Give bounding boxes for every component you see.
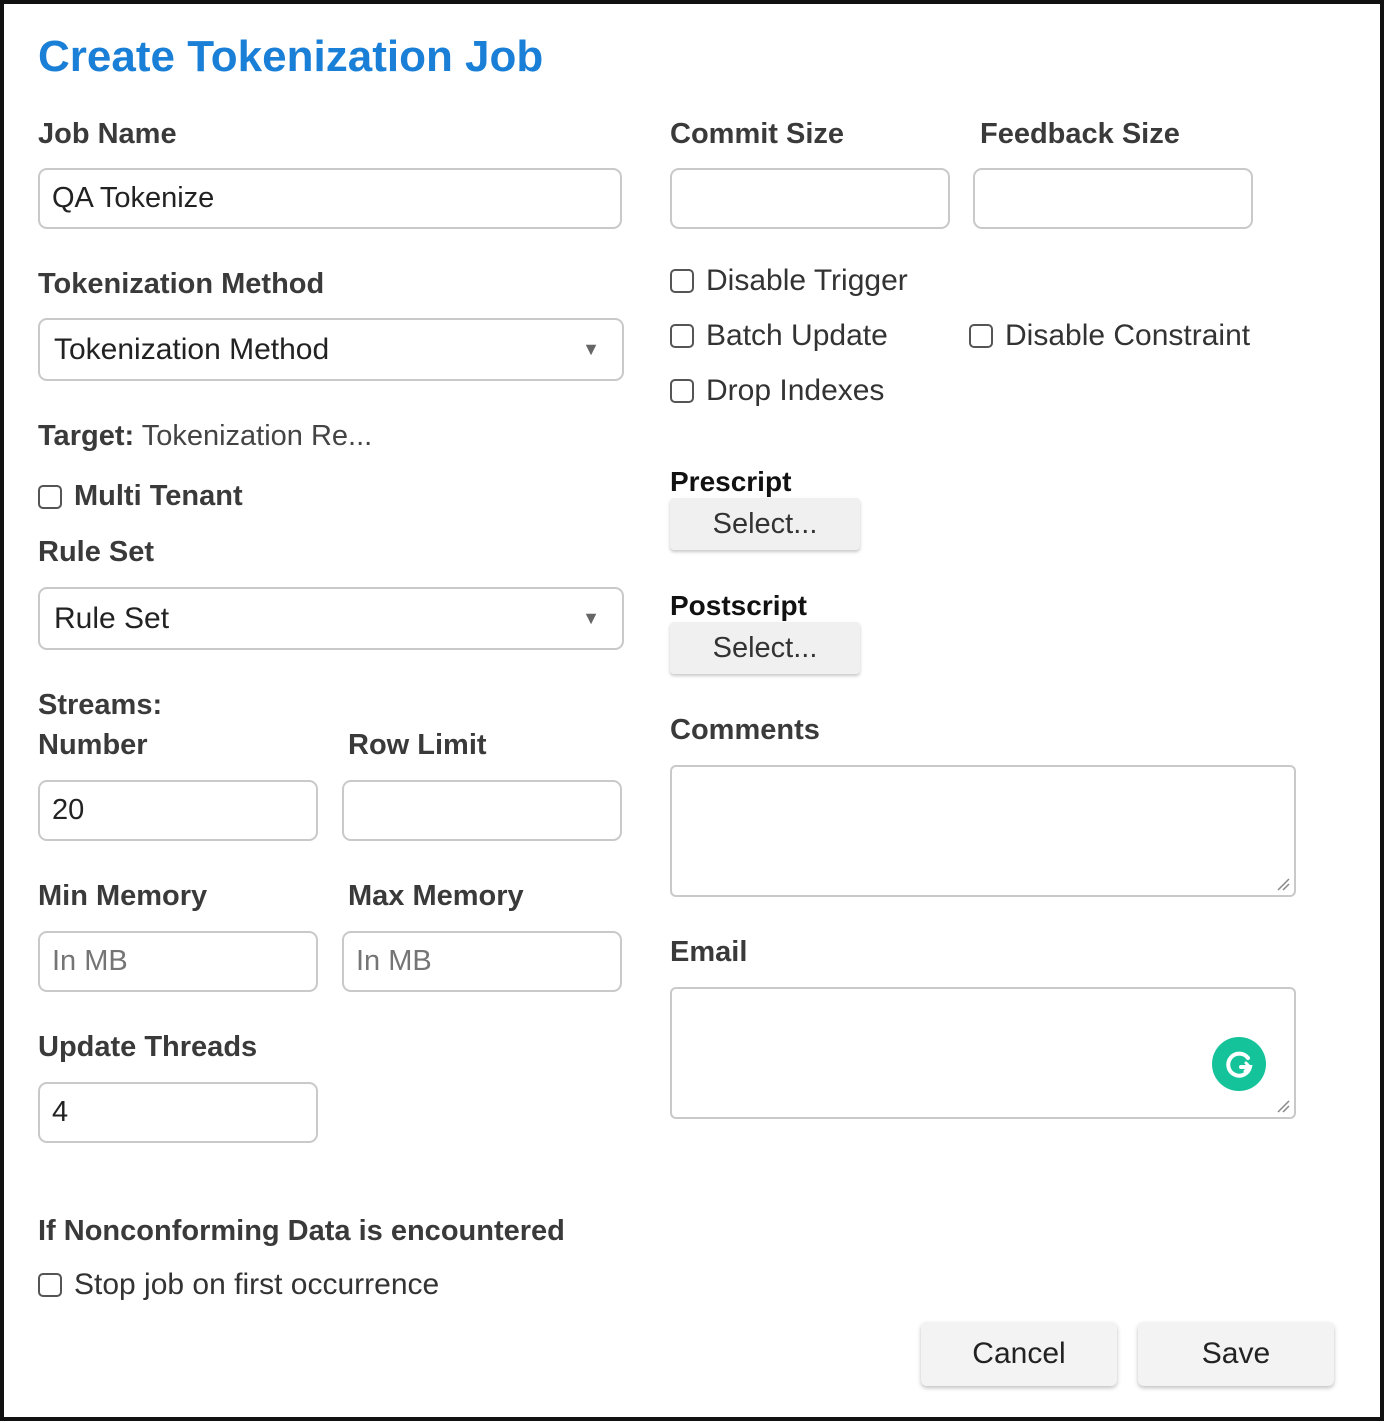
prescript-label: Prescript <box>670 466 792 497</box>
batch-update-row: Batch Update <box>670 319 888 353</box>
grammarly-icon[interactable] <box>1212 1037 1266 1091</box>
create-tokenization-job-dialog: Create Tokenization Job Job Name Tokeniz… <box>0 0 1384 1421</box>
postscript-select-button[interactable]: Select... <box>670 622 860 674</box>
rule-set-label: Rule Set <box>38 536 155 568</box>
comments-textarea[interactable] <box>670 765 1296 897</box>
number-label: Number <box>38 729 148 761</box>
commit-size-label: Commit Size <box>670 118 845 150</box>
feedback-size-label: Feedback Size <box>980 118 1180 150</box>
save-button[interactable]: Save <box>1138 1322 1334 1386</box>
disable-trigger-checkbox[interactable] <box>670 269 694 293</box>
rule-set-selected: Rule Set <box>54 601 170 635</box>
drop-indexes-checkbox[interactable] <box>670 379 694 403</box>
postscript-label: Postscript <box>670 590 807 621</box>
stop-job-row: Stop job on first occurrence <box>38 1268 439 1302</box>
target-row: Target: Tokenization Re... <box>38 420 372 453</box>
disable-constraint-checkbox[interactable] <box>969 324 993 348</box>
multi-tenant-row: Multi Tenant <box>38 480 243 513</box>
row-limit-label: Row Limit <box>348 729 487 761</box>
disable-trigger-row: Disable Trigger <box>670 264 908 298</box>
target-label: Target: <box>38 420 135 452</box>
resize-grip-icon[interactable] <box>1276 1099 1290 1113</box>
job-name-input[interactable] <box>38 168 622 229</box>
disable-constraint-row: Disable Constraint <box>969 319 1250 353</box>
tokenization-method-select[interactable]: Tokenization Method ▼ <box>38 318 624 381</box>
rule-set-select[interactable]: Rule Set ▼ <box>38 587 624 650</box>
commit-size-input[interactable] <box>670 168 950 229</box>
number-input[interactable] <box>38 780 318 841</box>
batch-update-checkbox[interactable] <box>670 324 694 348</box>
email-textarea[interactable] <box>670 987 1296 1119</box>
update-threads-label: Update Threads <box>38 1031 258 1063</box>
feedback-size-input[interactable] <box>973 168 1253 229</box>
nonconforming-heading: If Nonconforming Data is encountered <box>38 1215 565 1247</box>
drop-indexes-row: Drop Indexes <box>670 374 884 408</box>
max-memory-label: Max Memory <box>348 880 524 912</box>
multi-tenant-checkbox[interactable] <box>38 484 62 509</box>
min-memory-input[interactable] <box>38 931 318 992</box>
tokenization-method-selected: Tokenization Method <box>54 332 330 366</box>
stop-job-label: Stop job on first occurrence <box>74 1268 440 1301</box>
streams-label: Streams: <box>38 689 163 721</box>
cancel-button[interactable]: Cancel <box>921 1322 1117 1386</box>
caret-down-icon: ▼ <box>582 608 600 628</box>
target-value: Tokenization Re... <box>141 420 373 452</box>
email-label: Email <box>670 936 748 968</box>
max-memory-input[interactable] <box>342 931 622 992</box>
tokenization-method-label: Tokenization Method <box>38 268 325 300</box>
row-limit-input[interactable] <box>342 780 622 841</box>
min-memory-label: Min Memory <box>38 880 208 912</box>
disable-constraint-label: Disable Constraint <box>1005 319 1251 352</box>
caret-down-icon: ▼ <box>582 339 600 359</box>
update-threads-input[interactable] <box>38 1082 318 1143</box>
stop-job-checkbox[interactable] <box>38 1273 62 1297</box>
disable-trigger-label: Disable Trigger <box>706 264 908 297</box>
comments-label: Comments <box>670 714 820 746</box>
job-name-label: Job Name <box>38 118 177 150</box>
resize-grip-icon[interactable] <box>1276 877 1290 891</box>
multi-tenant-label: Multi Tenant <box>74 480 243 512</box>
dialog-title: Create Tokenization Job <box>38 32 544 81</box>
batch-update-label: Batch Update <box>706 319 888 352</box>
drop-indexes-label: Drop Indexes <box>706 374 885 407</box>
prescript-select-button[interactable]: Select... <box>670 498 860 550</box>
